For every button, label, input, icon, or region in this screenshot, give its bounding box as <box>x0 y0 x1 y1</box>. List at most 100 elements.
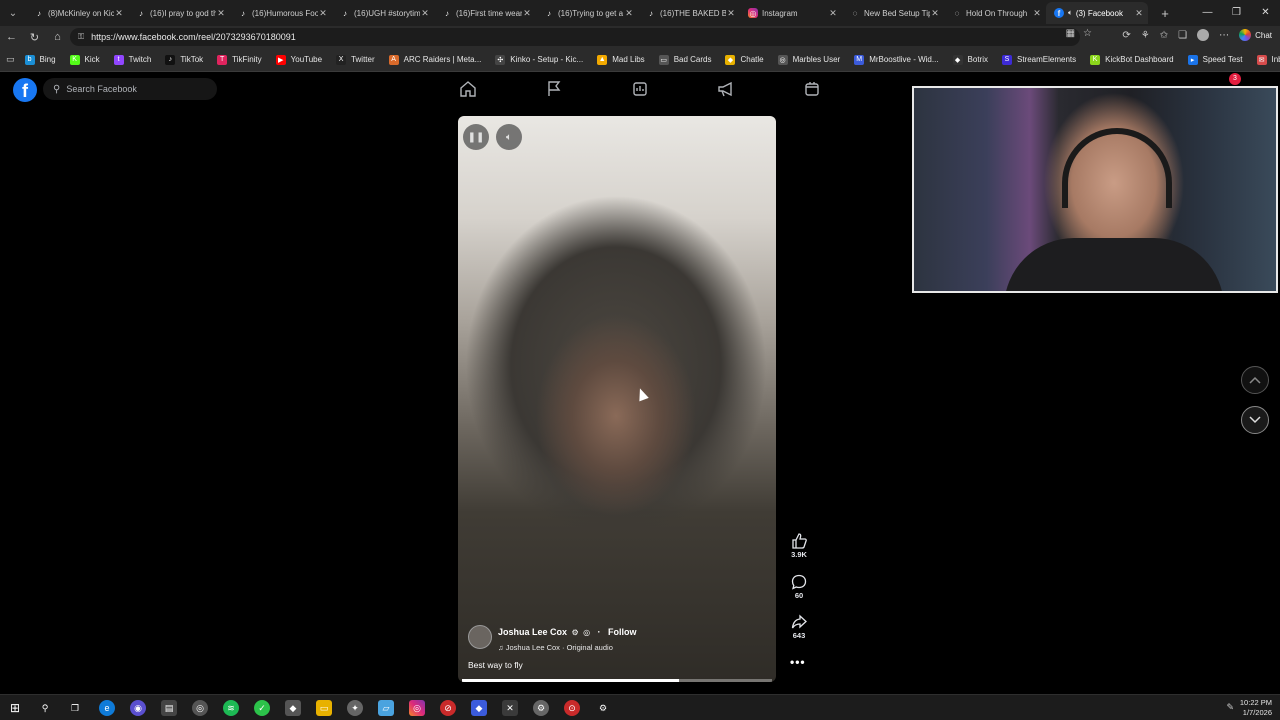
app-icon-7[interactable]: ⊘ <box>440 700 456 716</box>
browser-tab[interactable]: ◎ Instagram ✕ <box>740 2 842 24</box>
close-window-icon[interactable]: ✕ <box>1251 0 1280 26</box>
app-icon-5[interactable]: ✦ <box>347 700 363 716</box>
bookmark-item[interactable]: ▶ YouTube <box>275 54 322 65</box>
like-button[interactable]: 3.9K <box>786 533 812 559</box>
tab-close-icon[interactable]: ✕ <box>114 8 124 19</box>
follow-button[interactable]: Follow <box>608 627 637 637</box>
bookmarks-overflow-icon[interactable]: › <box>1259 54 1262 65</box>
site-info-icon[interactable]: ⚿ <box>78 32 84 42</box>
bookmark-item[interactable]: ◎ Marbles User <box>777 54 840 65</box>
system-clock[interactable]: 10:22 PM 1/7/2026 <box>1240 698 1272 718</box>
audio-line[interactable]: ♫ Joshua Lee Cox · Original audio <box>498 643 637 652</box>
tab-close-icon[interactable]: ✕ <box>522 8 532 19</box>
author-name[interactable]: Joshua Lee Cox <box>498 627 567 637</box>
search-input[interactable]: ⚲ Search Facebook <box>43 78 217 100</box>
gaming-icon[interactable] <box>803 81 821 97</box>
facebook-logo[interactable]: f <box>13 78 37 102</box>
new-tab-button[interactable]: + <box>1154 6 1176 21</box>
favorite-star-icon[interactable]: ☆ <box>1083 28 1092 39</box>
tab-close-icon[interactable]: ✕ <box>624 8 634 19</box>
address-bar[interactable]: ⚿ https://www.facebook.com/reel/20732936… <box>70 28 1080 46</box>
flag-icon[interactable] <box>545 81 563 97</box>
minimize-icon[interactable]: — <box>1193 0 1222 26</box>
pause-icon[interactable]: ❚❚ <box>463 124 489 150</box>
app-icon-6[interactable]: ▱ <box>378 700 394 716</box>
reader-mode-icon[interactable]: ▦ <box>1066 28 1075 39</box>
notification-badge[interactable]: 3 <box>1229 73 1241 85</box>
bookmark-item[interactable]: S StreamElements <box>1001 54 1076 65</box>
bookmark-item[interactable]: ◆ Chatle <box>725 54 764 65</box>
settings-icon[interactable]: ⚙ <box>595 700 611 716</box>
browser-tab[interactable]: ♪ (16)THE BAKED BEA✕ <box>638 2 740 24</box>
refresh-icon[interactable]: ↻ <box>23 26 46 48</box>
taskbar-search-icon[interactable]: ⚲ <box>37 700 53 716</box>
settings-more-icon[interactable]: ⋯ <box>1219 30 1229 41</box>
copilot-chat-button[interactable]: Chat <box>1239 29 1272 41</box>
bookmark-item[interactable]: ♪ TikTok <box>165 54 203 65</box>
tab-actions-menu-icon[interactable]: ⌄ <box>0 0 26 26</box>
volume-icon[interactable]: 🔈︎ <box>496 124 522 150</box>
app-icon-3[interactable]: ✓ <box>254 700 270 716</box>
next-reel-button[interactable] <box>1241 406 1269 434</box>
tab-close-icon[interactable]: ✕ <box>828 8 838 19</box>
app-icon-2[interactable]: ◎ <box>192 700 208 716</box>
restore-icon[interactable]: ❐ <box>1222 0 1251 26</box>
task-view-icon[interactable]: ❐ <box>67 700 83 716</box>
extensions-icon[interactable]: ⟳ <box>1122 30 1130 41</box>
author-avatar[interactable] <box>468 625 492 649</box>
extension-puzzle-icon[interactable]: ⚘ <box>1141 30 1150 41</box>
tab-close-icon[interactable]: ✕ <box>216 8 226 19</box>
app-icon-9[interactable]: ✕ <box>502 700 518 716</box>
obs-icon[interactable]: ◉ <box>130 700 146 716</box>
bookmark-item[interactable]: ▲ Mad Libs <box>597 54 645 65</box>
file-explorer-icon[interactable]: ▭ <box>316 700 332 716</box>
bookmark-item[interactable]: K KickBot Dashboard <box>1090 54 1174 65</box>
tab-close-icon[interactable]: ✕ <box>420 8 430 19</box>
bookmark-item[interactable]: b Bing <box>24 54 56 65</box>
app-icon-11[interactable]: ⊙ <box>564 700 580 716</box>
tab-audio-icon[interactable]: 🔈︎ <box>1068 8 1073 18</box>
edge-browser-icon[interactable]: e <box>99 700 115 716</box>
favorites-icon[interactable]: ✩ <box>1160 30 1168 41</box>
bookmark-item[interactable]: ▭ Bad Cards <box>658 54 711 65</box>
tab-close-icon[interactable]: ✕ <box>318 8 328 19</box>
bookmark-item[interactable]: t Twitch <box>113 54 151 65</box>
collections-icon[interactable]: ❏ <box>1178 30 1187 41</box>
bookmark-item[interactable]: T TikFinity <box>217 54 262 65</box>
browser-tab[interactable]: ◌ Hold On Through ✕ <box>944 2 1046 24</box>
bookmarks-menu-icon[interactable]: ▭ <box>6 54 15 65</box>
bookmark-item[interactable]: ▸ Speed Test <box>1187 54 1243 65</box>
reel-video[interactable]: ❚❚ 🔈︎ Joshua Lee Cox ⚙ ◎ · Follow ♫ Josh… <box>458 116 776 682</box>
share-button[interactable]: 643 <box>786 614 812 640</box>
browser-tab[interactable]: ♪ (16)Humorous Food ✕ <box>230 2 332 24</box>
browser-tab[interactable]: ♪ (16)I pray to god th ✕ <box>128 2 230 24</box>
megaphone-icon[interactable] <box>717 81 735 97</box>
bookmark-item[interactable]: X Twitter <box>336 54 375 65</box>
browser-tab[interactable]: ♪ (16)Trying to get a ✕ <box>536 2 638 24</box>
bookmark-item[interactable]: M MrBoostlive - Wid... <box>854 54 939 65</box>
comment-button[interactable]: 60 <box>786 574 812 600</box>
bookmark-item[interactable]: A ARC Raiders | Meta... <box>388 54 481 65</box>
app-icon-8[interactable]: ◆ <box>471 700 487 716</box>
video-progress-bar[interactable] <box>462 679 772 682</box>
bookmark-item[interactable]: ◆ Botrix <box>952 54 988 65</box>
app-icon-10[interactable]: ⚙ <box>533 700 549 716</box>
browser-tab[interactable]: ♪ (8)McKinley on Kick ✕ <box>26 2 128 24</box>
app-icon-1[interactable]: ▤ <box>161 700 177 716</box>
back-icon[interactable]: ← <box>0 26 23 48</box>
browser-tab[interactable]: ♪ (16)First time wear ✕ <box>434 2 536 24</box>
previous-reel-button[interactable] <box>1241 366 1269 394</box>
windows-start-icon[interactable]: ⊞ <box>7 700 23 716</box>
tab-close-icon[interactable]: ✕ <box>930 8 940 19</box>
profile-avatar[interactable] <box>1197 29 1210 41</box>
home-icon[interactable] <box>459 81 477 97</box>
tab-close-icon[interactable]: ✕ <box>1032 8 1042 19</box>
pen-icon[interactable]: ✎ <box>1226 702 1234 713</box>
bookmark-item[interactable]: K Kick <box>69 54 100 65</box>
browser-tab[interactable]: f 🔈︎ (3) Facebook ✕ <box>1046 2 1148 24</box>
bookmark-item[interactable]: ✣ Kinko - Setup - Kic... <box>495 54 583 65</box>
marketplace-icon[interactable] <box>631 81 649 97</box>
more-options-icon[interactable]: ••• <box>790 655 806 669</box>
browser-tab[interactable]: ♪ (16)UGH #storytime ✕ <box>332 2 434 24</box>
instagram-app-icon[interactable]: ◎ <box>409 700 425 716</box>
